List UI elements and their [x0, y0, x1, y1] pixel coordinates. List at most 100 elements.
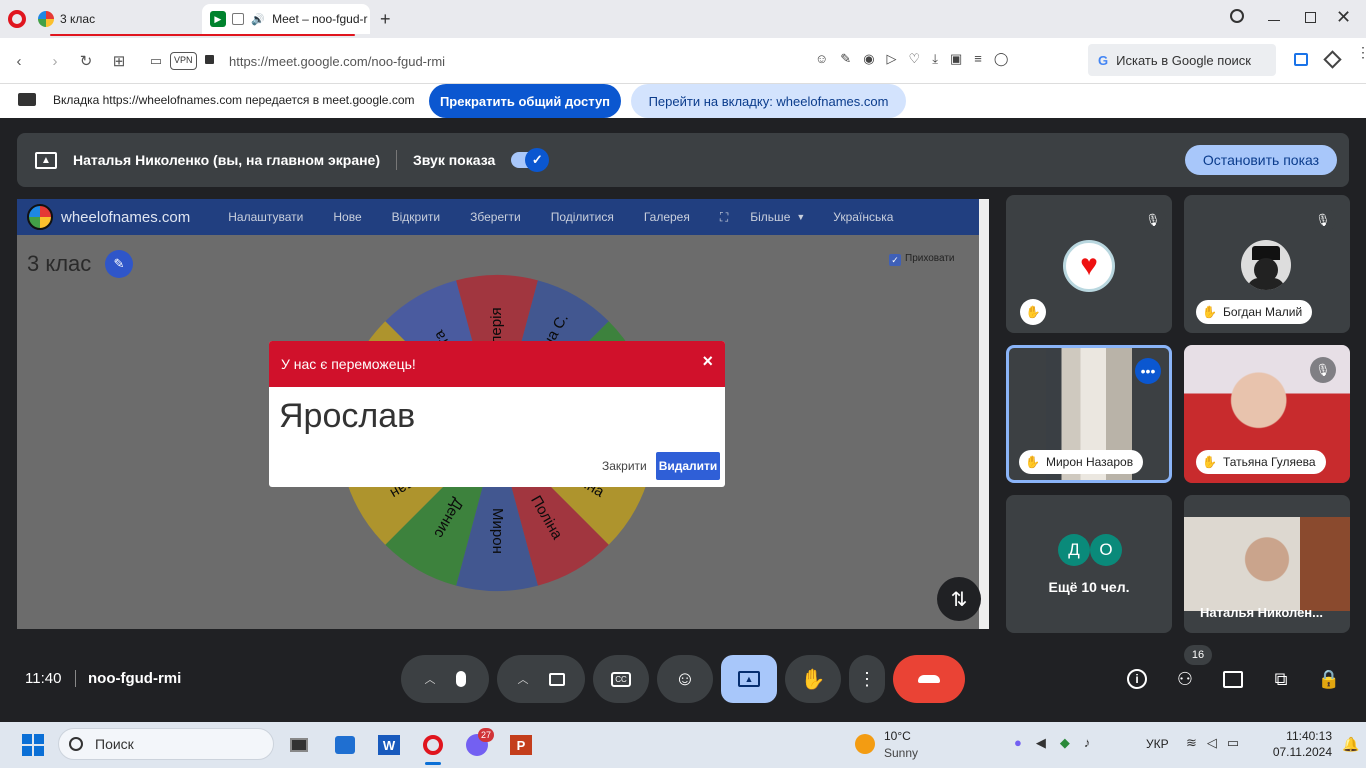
participant-tile[interactable]: 🎙 ♥ ✋ — [1006, 195, 1172, 333]
google-search-box[interactable]: G Искать в Google поиск — [1088, 44, 1276, 76]
powerpoint-icon[interactable]: P — [506, 730, 536, 760]
mic-tray-icon[interactable]: ♪ — [1084, 735, 1091, 751]
tab-3-klas[interactable]: 3 клас — [30, 4, 200, 34]
close-button[interactable]: Закрити — [602, 459, 647, 473]
shared-screen: wheelofnames.com Налаштувати Нове Відкри… — [17, 199, 989, 629]
mic-icon[interactable] — [455, 671, 466, 687]
host-controls-icon[interactable]: 🔒 — [1316, 666, 1342, 692]
hide-checkbox[interactable]: ✓ — [889, 254, 901, 266]
weather-icon[interactable] — [855, 734, 875, 754]
raise-hand-button[interactable]: ✋ — [785, 655, 841, 703]
battery-icon[interactable]: ▭ — [1227, 735, 1239, 751]
download-icon[interactable]: ⤓ — [932, 51, 938, 67]
media-icon[interactable]: ▣ — [950, 51, 962, 67]
play-icon[interactable]: ▷ — [887, 51, 897, 67]
close-window-icon[interactable]: ✕ — [1336, 7, 1351, 28]
snapshot-icon[interactable]: ◉ — [863, 51, 874, 67]
more-options-icon[interactable]: ••• — [1135, 358, 1161, 384]
info-icon[interactable]: i — [1124, 666, 1150, 692]
back-icon[interactable]: ‹ — [8, 50, 30, 72]
new-tab-icon[interactable]: + — [380, 9, 391, 30]
nav-customize[interactable]: Налаштувати — [228, 210, 303, 224]
notification-icon[interactable]: 🔔 — [1342, 736, 1359, 753]
wheel-segment-label: Мирон — [489, 508, 506, 554]
end-call-button[interactable] — [893, 655, 965, 703]
store-icon[interactable] — [330, 730, 360, 760]
security-tray-icon[interactable]: ◆ — [1060, 735, 1070, 751]
more-options-button[interactable]: ⋮ — [849, 655, 885, 703]
edit-title-icon[interactable]: ✎ — [105, 250, 133, 278]
edit-icon[interactable]: ✎ — [840, 51, 851, 67]
camera-control[interactable]: ︿ — [497, 655, 585, 703]
minimize-icon[interactable] — [1268, 20, 1280, 21]
fullscreen-icon[interactable]: ⛶ — [720, 210, 728, 225]
taskbar-search[interactable]: Поиск — [58, 728, 274, 760]
emoji-icon[interactable]: ☺ — [815, 51, 828, 67]
restore-icon[interactable] — [1305, 12, 1316, 23]
box-icon[interactable] — [1323, 50, 1342, 69]
stop-sharing-button[interactable]: Прекратить общий доступ — [429, 84, 621, 118]
word-icon[interactable]: W — [374, 730, 404, 760]
windows-start-icon[interactable] — [18, 730, 48, 760]
reload-icon[interactable]: ↻ — [75, 50, 97, 72]
participant-tile-active[interactable]: ••• ✋ Мирон Назаров — [1006, 345, 1172, 483]
people-icon[interactable]: ⚇ — [1172, 666, 1198, 692]
go-to-tab-button[interactable]: Перейти на вкладку: wheelofnames.com — [631, 84, 906, 118]
won-logo[interactable]: wheelofnames.com — [61, 209, 190, 226]
present-button[interactable]: ▲ — [721, 655, 777, 703]
chevron-up-icon[interactable]: ︿ — [518, 671, 529, 687]
volume-tray-icon[interactable]: ◀ — [1036, 735, 1046, 751]
stop-show-button[interactable]: Остановить показ — [1185, 145, 1337, 175]
speaker-icon[interactable]: ◁ — [1207, 735, 1217, 751]
nav-save[interactable]: Зберегти — [470, 210, 521, 224]
forward-icon[interactable]: › — [44, 50, 66, 72]
viber-tray-icon[interactable]: ● — [1014, 735, 1022, 751]
captions-button[interactable]: CC — [593, 655, 649, 703]
remove-button[interactable]: Видалити — [656, 452, 720, 480]
tab-meet[interactable]: ▶ 🔊 Meet – noo-fgud-r — [202, 4, 370, 34]
more-icon[interactable]: ⋮ — [1356, 45, 1366, 59]
clock-date[interactable]: 07.11.2024 — [1262, 745, 1332, 759]
avatar-initial: Д — [1058, 534, 1090, 566]
lock-icon[interactable] — [205, 55, 214, 64]
url-text[interactable]: https://meet.google.com/noo-fgud-rmi — [229, 54, 445, 69]
hide-label: Приховати — [905, 253, 955, 264]
mic-control[interactable]: ︿ — [401, 655, 489, 703]
search-tabs-icon[interactable] — [1230, 9, 1244, 23]
more-participants-tile[interactable]: Д О Ещё 10 чел. — [1006, 495, 1172, 633]
camera-icon[interactable]: ▭ — [145, 50, 167, 72]
vpn-badge[interactable]: VPN — [170, 52, 197, 70]
nav-gallery[interactable]: Галерея — [644, 210, 690, 224]
menu-icon[interactable]: ≡ — [974, 51, 982, 67]
chat-icon[interactable] — [1220, 666, 1246, 692]
clock-time[interactable]: 11:40:13 — [1270, 729, 1332, 743]
chevron-up-icon[interactable]: ︿ — [425, 671, 436, 687]
speaker-icon[interactable]: 🔊 — [250, 11, 266, 27]
heart-icon[interactable]: ♡ — [909, 51, 921, 67]
extension-icon[interactable] — [1294, 53, 1308, 66]
swap-layout-button[interactable]: ⇅ — [937, 577, 981, 621]
nav-share[interactable]: Поділитися — [551, 210, 614, 224]
language-indicator[interactable]: УКР — [1146, 737, 1169, 751]
participant-tile[interactable]: 🎙 ✋ Татьяна Гуляева — [1184, 345, 1350, 483]
pip-icon[interactable] — [231, 13, 245, 25]
reactions-button[interactable]: ☺ — [657, 655, 713, 703]
activities-icon[interactable]: ⧉ — [1268, 666, 1294, 692]
participant-tile[interactable]: Наталья Николен... — [1184, 495, 1350, 633]
sound-toggle[interactable]: ✓ — [511, 148, 550, 172]
camera-icon[interactable] — [548, 672, 565, 686]
opera-taskbar-icon[interactable] — [418, 730, 448, 760]
nav-open[interactable]: Відкрити — [392, 210, 441, 224]
nav-more[interactable]: Більше — [750, 210, 790, 224]
scrollbar[interactable] — [979, 199, 989, 629]
wifi-icon[interactable]: ≋ — [1186, 735, 1197, 751]
dialog-close-icon[interactable]: × — [702, 351, 713, 372]
participant-tile[interactable]: 🎙 ✋ Богдан Малий — [1184, 195, 1350, 333]
task-view-icon[interactable] — [284, 730, 314, 760]
viber-badge: 27 — [478, 728, 494, 742]
opera-logo-icon[interactable] — [8, 10, 26, 28]
grid-icon[interactable]: ⊞ — [108, 50, 130, 72]
nav-new[interactable]: Нове — [333, 210, 361, 224]
nav-language[interactable]: Українська — [833, 210, 893, 224]
profile-icon[interactable]: ◯ — [994, 51, 1009, 67]
